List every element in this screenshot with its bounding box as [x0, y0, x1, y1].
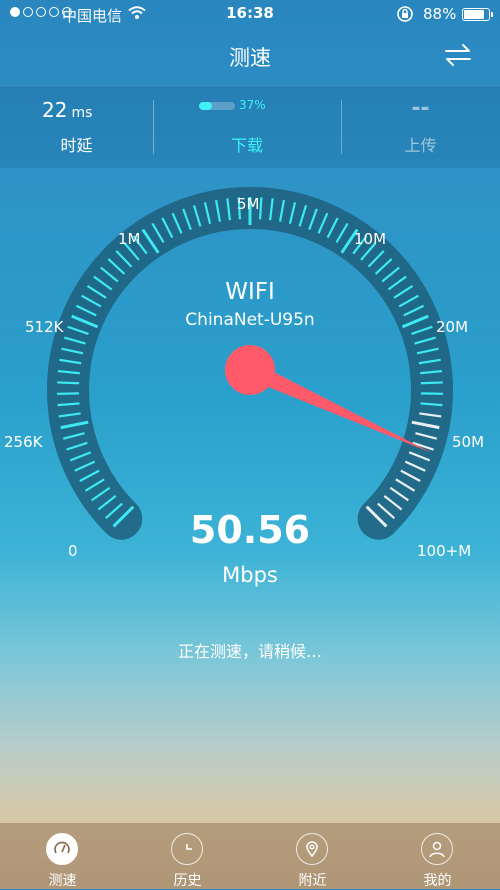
latency-stat: 22ms 时延: [0, 86, 153, 168]
speedometer-icon: [46, 833, 78, 865]
connection-type: WIFI: [0, 279, 500, 305]
tab-label: 附近: [250, 870, 375, 890]
gauge-scale-label: 5M: [237, 195, 260, 213]
latency-label: 时延: [0, 132, 153, 156]
speed-unit: Mbps: [0, 563, 500, 587]
swap-arrows-icon: [440, 40, 476, 70]
status-message: 正在测速，请稍候…: [0, 638, 500, 662]
tab-profile[interactable]: 我的: [375, 823, 500, 889]
gauge-tick: [260, 197, 261, 219]
download-progress-bar: [199, 102, 235, 110]
user-icon: [421, 833, 453, 865]
tab-bar: 测速 历史 附近 我的: [0, 823, 500, 889]
status-bar: 中国电信 16:38 88%: [0, 0, 500, 30]
tab-label: 我的: [375, 870, 500, 890]
gauge-scale-label: 10M: [354, 230, 386, 248]
upload-label: 上传: [341, 132, 500, 156]
page-title: 测速: [0, 42, 500, 72]
download-stat: 37% 下载: [153, 86, 341, 168]
tab-history[interactable]: 历史: [125, 823, 250, 889]
upload-value: --: [341, 96, 500, 121]
stats-panel: 22ms 时延 37% 下载 -- 上传: [0, 85, 500, 168]
gauge-scale-label: 1M: [118, 230, 141, 248]
download-label: 下载: [153, 132, 341, 156]
switch-mode-button[interactable]: [440, 40, 476, 70]
clock-icon: [171, 833, 203, 865]
needle-hub: [225, 345, 275, 395]
tab-speedtest[interactable]: 测速: [0, 823, 125, 889]
battery-icon: [462, 8, 490, 21]
battery-percent: 88%: [423, 5, 456, 23]
gauge-scale-label: 256K: [4, 433, 42, 451]
tab-label: 测速: [0, 870, 125, 890]
rotation-lock-icon: [396, 5, 414, 27]
upload-stat: -- 上传: [341, 86, 500, 168]
network-name: ChinaNet-U95n: [0, 310, 500, 330]
download-progress-text: 37%: [239, 98, 266, 112]
gauge-tick: [57, 382, 79, 383]
tab-label: 历史: [125, 870, 250, 890]
gauge-scale-label: 50M: [452, 433, 484, 451]
latency-value: 22ms: [42, 98, 92, 122]
tab-nearby[interactable]: 附近: [250, 823, 375, 889]
gauge-tick: [421, 382, 443, 383]
speed-value: 50.56: [0, 508, 500, 552]
location-pin-icon: [296, 833, 328, 865]
